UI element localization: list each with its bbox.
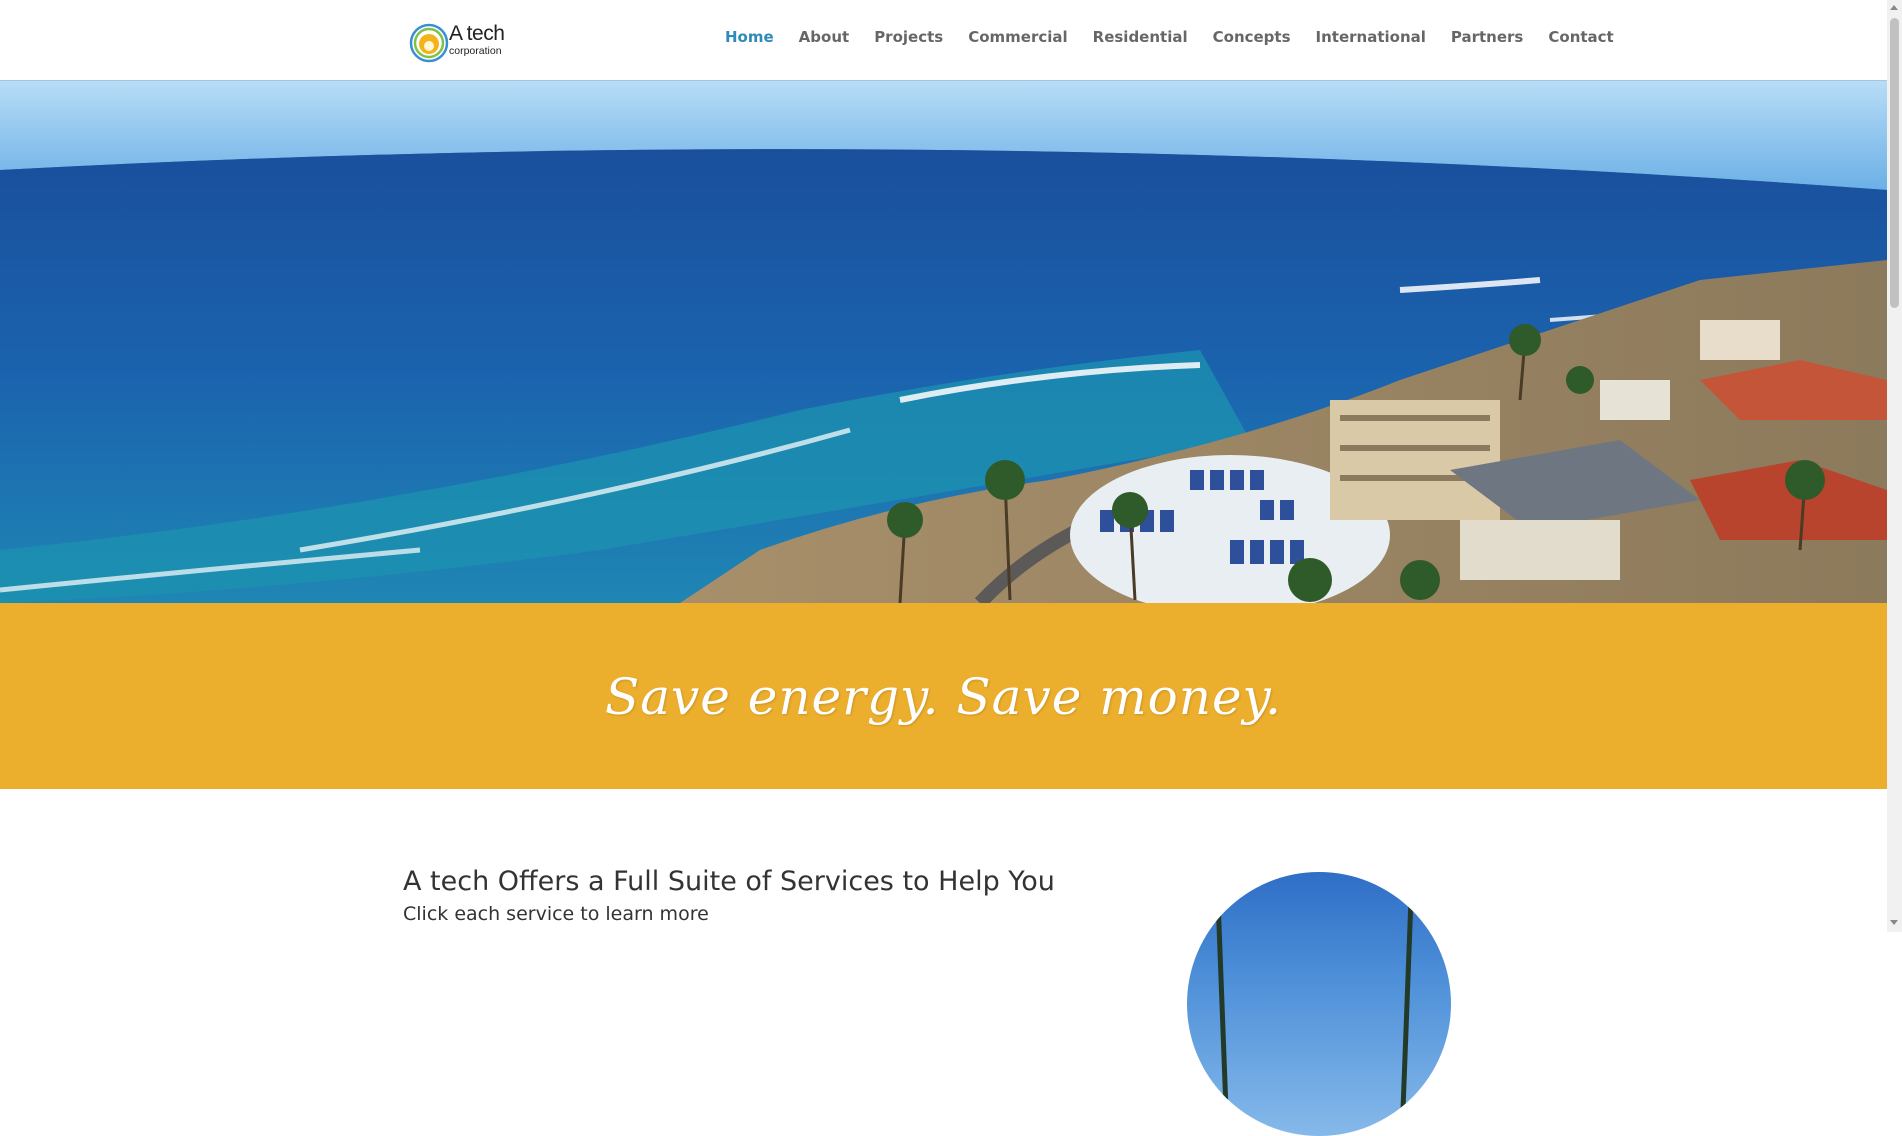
main-nav: Home About Projects Commercial Residenti… [725, 28, 1639, 46]
services-title: A tech Offers a Full Suite of Services t… [403, 866, 1055, 897]
nav-home[interactable]: Home [725, 28, 774, 46]
scroll-thumb[interactable] [1890, 18, 1899, 308]
sun-logo-icon [409, 23, 449, 63]
palm-sky-image [1189, 872, 1440, 1136]
nav-residential[interactable]: Residential [1093, 28, 1188, 46]
logo-subtitle: corporation [449, 45, 502, 57]
services-subtitle: Click each service to learn more [403, 903, 709, 925]
nav-commercial[interactable]: Commercial [968, 28, 1067, 46]
tagline-banner: Save energy. Save money. [0, 603, 1887, 789]
logo[interactable]: A tech corporation [409, 20, 521, 64]
logo-title: A tech [449, 22, 505, 45]
page-scrollbar[interactable] [1887, 0, 1902, 932]
nav-concepts[interactable]: Concepts [1213, 28, 1291, 46]
scroll-down-icon[interactable] [1890, 920, 1898, 925]
site-header: A tech corporation Home About Projects C… [0, 0, 1887, 80]
nav-partners[interactable]: Partners [1451, 28, 1523, 46]
tagline: Save energy. Save money. [604, 668, 1283, 726]
coastline-illustration [0, 80, 1887, 603]
nav-international[interactable]: International [1316, 28, 1426, 46]
services-circle-image [1187, 872, 1451, 1136]
hero-image [0, 80, 1887, 603]
nav-about[interactable]: About [799, 28, 850, 46]
nav-projects[interactable]: Projects [874, 28, 943, 46]
nav-contact[interactable]: Contact [1548, 28, 1613, 46]
scroll-up-icon[interactable] [1890, 5, 1898, 10]
